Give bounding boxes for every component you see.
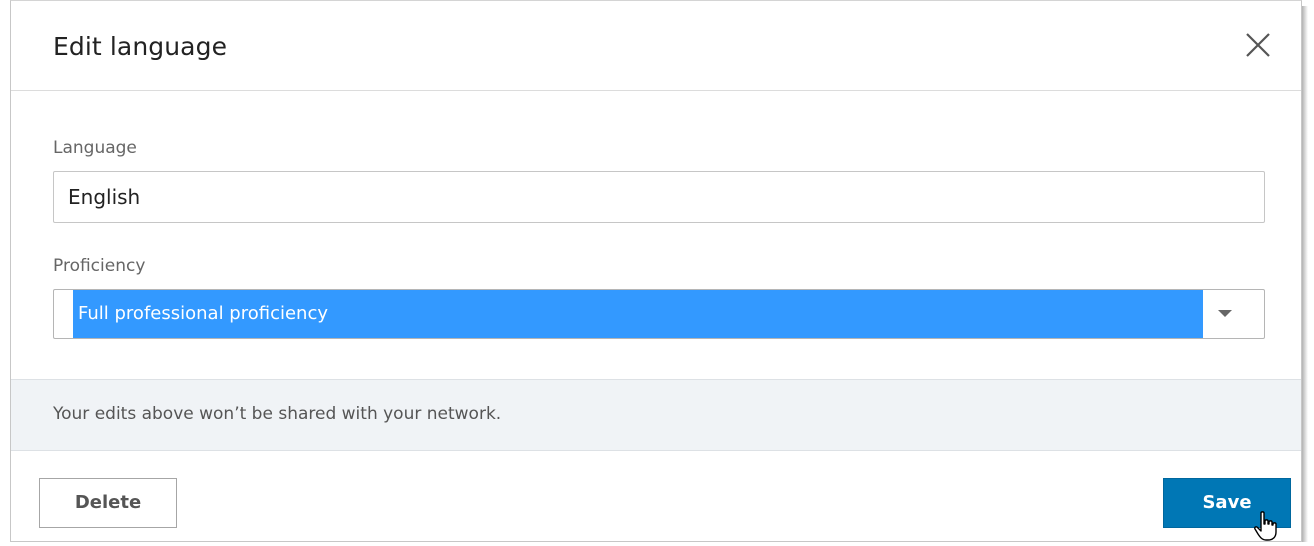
proficiency-label: Proficiency	[53, 256, 146, 276]
dialog-shadow	[1302, 6, 1308, 542]
save-button-label: Save	[1202, 492, 1252, 513]
proficiency-selected-value: Full professional proficiency	[78, 303, 328, 324]
close-icon[interactable]	[1241, 28, 1275, 62]
delete-button-label: Delete	[74, 492, 142, 513]
language-input-value: English	[68, 185, 141, 209]
language-input[interactable]: English	[53, 171, 1265, 223]
edit-language-dialog: Edit language Language English Proficien…	[10, 0, 1302, 542]
chevron-down-icon[interactable]	[1218, 310, 1232, 317]
delete-button[interactable]: Delete	[39, 478, 177, 528]
privacy-notice-text: Your edits above won’t be shared with yo…	[53, 404, 502, 424]
dialog-title: Edit language	[53, 32, 228, 61]
hand-pointer-icon	[1252, 510, 1282, 542]
language-label: Language	[53, 138, 137, 158]
dialog-header: Edit language	[11, 1, 1301, 91]
privacy-notice: Your edits above won’t be shared with yo…	[11, 379, 1301, 451]
proficiency-select[interactable]: Full professional proficiency	[53, 289, 1265, 339]
